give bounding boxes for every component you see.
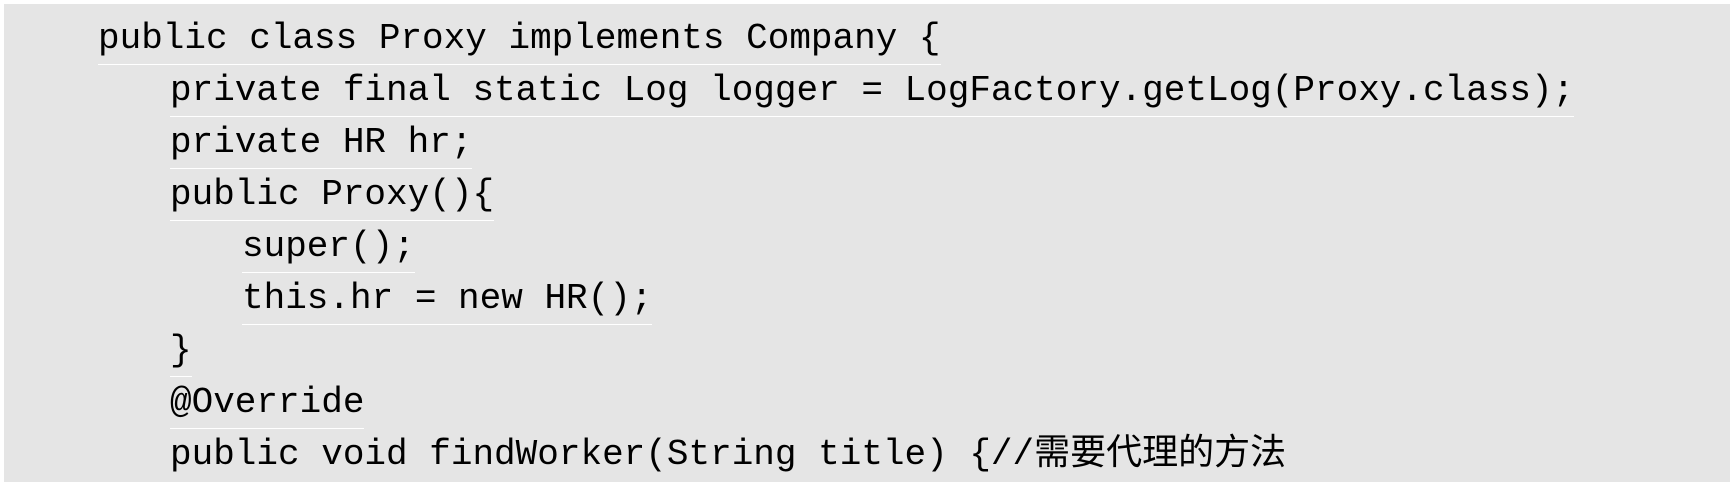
code-line-hr-field: private HR hr; bbox=[170, 118, 473, 169]
code-line-constructor-signature: public Proxy(){ bbox=[170, 170, 495, 221]
code-line-override-annotation: @Override bbox=[170, 378, 365, 429]
code-line-super-call: super(); bbox=[242, 222, 415, 273]
code-line-hr-assignment: this.hr = new HR(); bbox=[242, 274, 653, 325]
code-line-constructor-close: } bbox=[170, 326, 192, 377]
code-line-class-declaration: public class Proxy implements Company { bbox=[98, 14, 941, 65]
code-line-findworker-signature: public void findWorker(String title) {//… bbox=[170, 434, 1287, 475]
code-line-logger-field: private final static Log logger = LogFac… bbox=[170, 66, 1575, 117]
code-block: public class Proxy implements Company { … bbox=[4, 4, 1730, 482]
